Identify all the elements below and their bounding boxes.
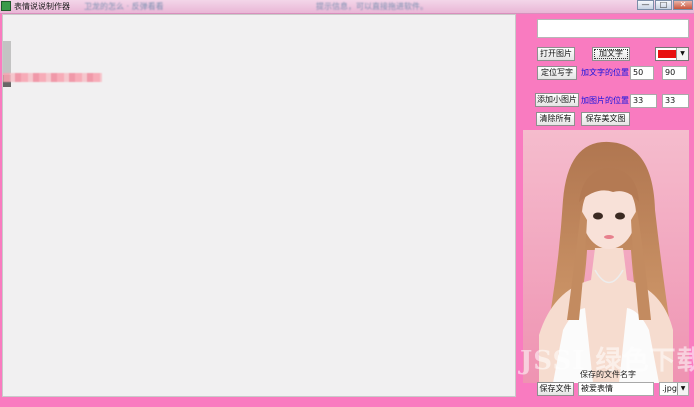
chevron-down-icon[interactable]: ▼ xyxy=(676,48,688,60)
filename-caption: 保存的文件名字 xyxy=(580,370,636,379)
locate-text-button[interactable]: 定位写字 xyxy=(537,66,577,80)
text-position-label: 加文字的位置 xyxy=(581,68,629,77)
title-bar: 表情说说制作器 卫龙的怎么 · 反弹看看 提示信息，可以直接拖进软件。 — □ … xyxy=(0,0,694,14)
image-x-input[interactable]: 33 xyxy=(630,94,657,108)
add-text-button[interactable]: 加文字 xyxy=(592,47,630,61)
save-file-button[interactable]: 保存文件 xyxy=(537,382,574,396)
editing-canvas[interactable] xyxy=(2,14,516,397)
color-picker[interactable]: ▼ xyxy=(655,47,689,61)
clear-all-button[interactable]: 清除所有 xyxy=(536,112,575,126)
text-y-input[interactable]: 90 xyxy=(662,66,687,80)
image-y-input[interactable]: 33 xyxy=(662,94,689,108)
save-beauty-image-button[interactable]: 保存美文图 xyxy=(581,112,630,126)
blurred-pixels xyxy=(3,73,102,82)
blurred-hint: 提示信息，可以直接拖进软件。 xyxy=(316,2,428,11)
format-select[interactable]: .jpg ▼ xyxy=(659,382,689,396)
image-position-label: 加图片的位置 xyxy=(581,96,629,105)
maximize-button[interactable]: □ xyxy=(655,0,672,10)
minimize-button[interactable]: — xyxy=(637,0,654,10)
text-x-input[interactable]: 50 xyxy=(630,66,654,80)
app-icon xyxy=(1,1,11,11)
color-swatch xyxy=(658,50,677,58)
chevron-down-icon[interactable]: ▼ xyxy=(677,383,688,395)
open-image-button[interactable]: 打开图片 xyxy=(537,47,575,61)
add-small-image-button[interactable]: 添加小图片 xyxy=(535,93,579,107)
window-title: 表情说说制作器 xyxy=(14,2,70,11)
blurred-text: 卫龙的怎么 · 反弹看看 xyxy=(84,2,164,11)
filename-input[interactable]: 被爱表情 xyxy=(578,382,654,396)
close-button[interactable]: ✕ xyxy=(673,0,693,10)
format-value: .jpg xyxy=(662,384,677,393)
text-content-input[interactable] xyxy=(537,19,689,38)
